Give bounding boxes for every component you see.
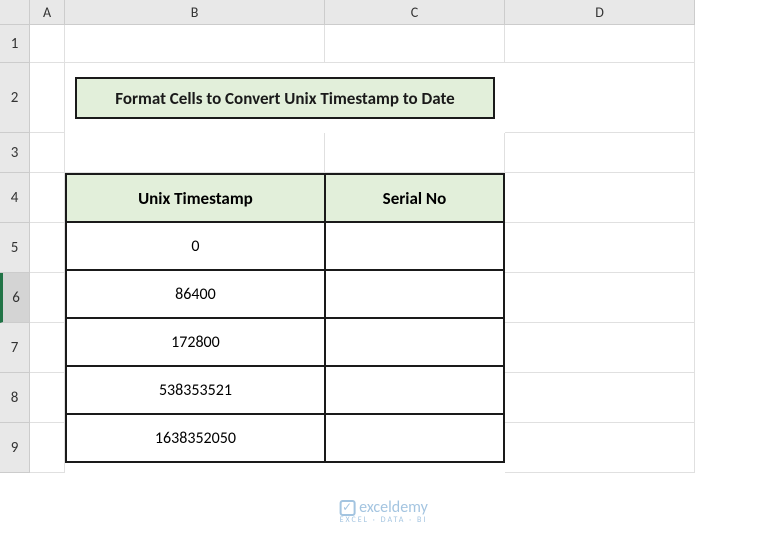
table-row: 538353521 <box>66 366 504 414</box>
row-header-1[interactable]: 1 <box>0 25 30 63</box>
cell-serial-2[interactable] <box>325 318 504 366</box>
col-header-a[interactable]: A <box>30 0 65 25</box>
cell-unix-0[interactable]: 0 <box>66 222 325 270</box>
cell-d6[interactable] <box>505 273 695 323</box>
table-row: 172800 <box>66 318 504 366</box>
col-unix-header[interactable]: Unix Timestamp <box>66 174 325 222</box>
cell-serial-1[interactable] <box>325 270 504 318</box>
cell-a8[interactable] <box>30 373 65 423</box>
cell-a6[interactable] <box>30 273 65 323</box>
table-area: Unix Timestamp Serial No 0 86400 172800 <box>65 173 505 473</box>
cell-c3[interactable] <box>325 133 505 173</box>
select-all-corner[interactable] <box>0 0 30 25</box>
cell-a4[interactable] <box>30 173 65 223</box>
cell-d4[interactable] <box>505 173 695 223</box>
cell-a2[interactable] <box>30 63 65 133</box>
row-header-2[interactable]: 2 <box>0 63 30 133</box>
cell-unix-3[interactable]: 538353521 <box>66 366 325 414</box>
title-container: Format Cells to Convert Unix Timestamp t… <box>65 63 505 133</box>
cell-serial-0[interactable] <box>325 222 504 270</box>
cell-unix-2[interactable]: 172800 <box>66 318 325 366</box>
table-row: 0 <box>66 222 504 270</box>
row-header-6[interactable]: 6 <box>0 273 30 323</box>
cell-b1[interactable] <box>65 25 325 63</box>
watermark: exceldemy EXCEL · DATA · BI <box>339 498 428 525</box>
row-header-8[interactable]: 8 <box>0 373 30 423</box>
row-header-3[interactable]: 3 <box>0 133 30 173</box>
table-row: 1638352050 <box>66 414 504 462</box>
cell-unix-4[interactable]: 1638352050 <box>66 414 325 462</box>
cell-d8[interactable] <box>505 373 695 423</box>
col-header-b[interactable]: B <box>65 0 325 25</box>
col-serial-header[interactable]: Serial No <box>325 174 504 222</box>
page-title: Format Cells to Convert Unix Timestamp t… <box>75 77 495 119</box>
table-row: 86400 <box>66 270 504 318</box>
cell-serial-3[interactable] <box>325 366 504 414</box>
table-header-row: Unix Timestamp Serial No <box>66 174 504 222</box>
watermark-subtext: EXCEL · DATA · BI <box>340 515 428 525</box>
cell-d3[interactable] <box>505 133 695 173</box>
cell-a9[interactable] <box>30 423 65 473</box>
check-icon <box>339 500 355 516</box>
cell-a3[interactable] <box>30 133 65 173</box>
cell-unix-1[interactable]: 86400 <box>66 270 325 318</box>
cell-d1[interactable] <box>505 25 695 63</box>
row-header-7[interactable]: 7 <box>0 323 30 373</box>
cell-d9[interactable] <box>505 423 695 473</box>
row-header-4[interactable]: 4 <box>0 173 30 223</box>
cell-d5[interactable] <box>505 223 695 273</box>
row-header-9[interactable]: 9 <box>0 423 30 473</box>
cell-b3[interactable] <box>65 133 325 173</box>
cell-a5[interactable] <box>30 223 65 273</box>
row-header-5[interactable]: 5 <box>0 223 30 273</box>
cell-c1[interactable] <box>325 25 505 63</box>
col-header-c[interactable]: C <box>325 0 505 25</box>
cell-a7[interactable] <box>30 323 65 373</box>
cell-a1[interactable] <box>30 25 65 63</box>
col-header-d[interactable]: D <box>505 0 695 25</box>
spreadsheet-grid: A B C D 1 2 Format Cells to Convert Unix… <box>0 0 767 473</box>
cell-d7[interactable] <box>505 323 695 373</box>
cell-d2[interactable] <box>505 63 695 133</box>
cell-serial-4[interactable] <box>325 414 504 462</box>
data-table: Unix Timestamp Serial No 0 86400 172800 <box>65 173 505 463</box>
